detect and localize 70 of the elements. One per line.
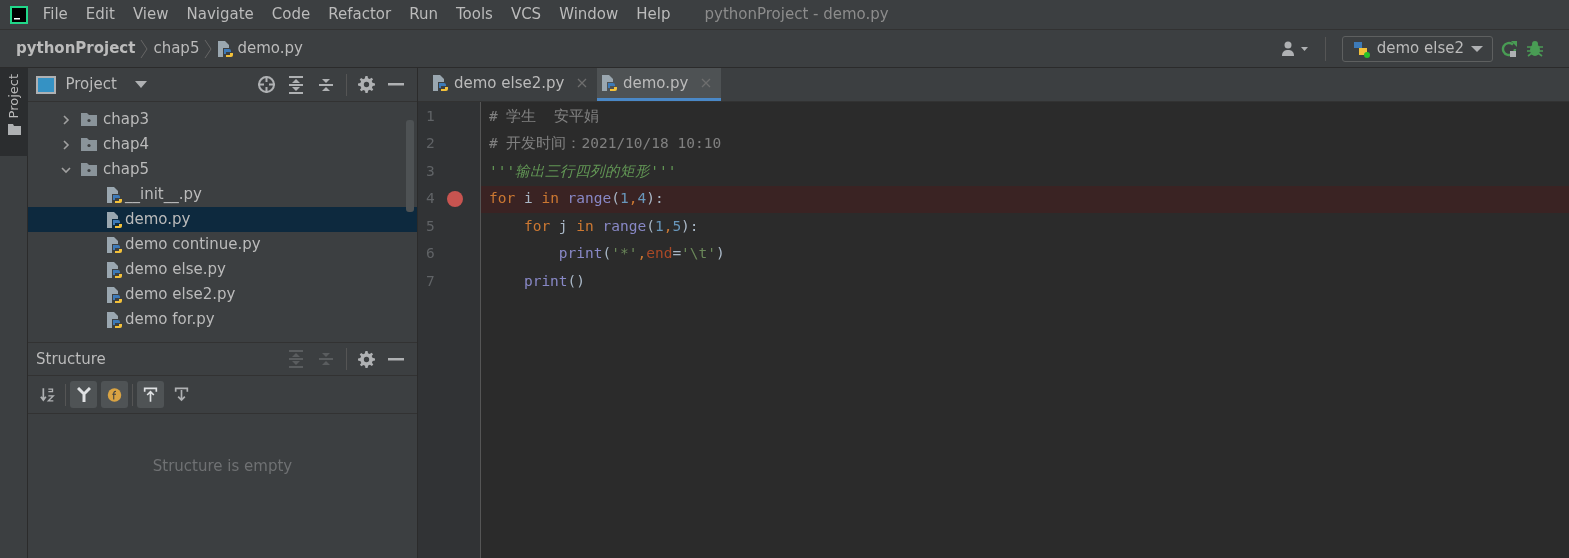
- breadcrumb-item[interactable]: pythonProject: [14, 37, 138, 60]
- tree-item[interactable]: chap3: [28, 107, 417, 132]
- project-tool-tab[interactable]: Project: [0, 68, 28, 156]
- menu-item[interactable]: Tools: [446, 3, 502, 26]
- folder-icon: [80, 112, 98, 127]
- python-file-icon: [106, 310, 123, 329]
- settings-icon[interactable]: [357, 350, 375, 368]
- caret-icon: [1470, 44, 1484, 53]
- tree-item[interactable]: demo continue.py: [28, 232, 417, 257]
- menu-item[interactable]: Window: [550, 3, 628, 26]
- scroll-from-source-icon[interactable]: [137, 381, 164, 408]
- locate-icon[interactable]: [256, 75, 276, 94]
- editor-tab[interactable]: demo else2.py: [428, 68, 597, 101]
- menu-item[interactable]: File: [33, 3, 77, 26]
- tree-item[interactable]: demo else2.py: [28, 282, 417, 307]
- folder-icon: [80, 162, 98, 177]
- tree-item[interactable]: demo for.py: [28, 307, 417, 332]
- python-file-icon: [217, 39, 235, 58]
- menu-item[interactable]: VCS: [501, 3, 551, 26]
- chevron-right-icon[interactable]: [60, 113, 72, 126]
- chevron-right-icon[interactable]: [60, 138, 72, 151]
- panel-icon: [36, 75, 56, 94]
- code-line: # 开发时间：2021/10/18 10:10: [488, 134, 723, 154]
- menu-item[interactable]: Refactor: [319, 3, 401, 26]
- code-line: print('*',end='\t'): [557, 244, 726, 264]
- menu-item[interactable]: Code: [262, 3, 320, 26]
- tree-item[interactable]: chap4: [28, 132, 417, 157]
- python-file-icon: [432, 74, 449, 92]
- code-line: '''输出三行四列的矩形''': [488, 161, 678, 181]
- menu-item[interactable]: Navigate: [177, 3, 263, 26]
- code-line: # 学生 安平娟: [488, 106, 600, 126]
- minimize-icon[interactable]: [388, 357, 404, 361]
- separator-icon: [204, 38, 213, 59]
- breadcrumb-item[interactable]: chap5: [151, 37, 202, 60]
- settings-icon[interactable]: [357, 76, 375, 93]
- breadcrumb-item[interactable]: demo.py: [215, 37, 305, 60]
- python-file-icon: [106, 285, 123, 304]
- menu-item[interactable]: View: [123, 3, 178, 26]
- tree-item[interactable]: __init__.py: [28, 182, 417, 207]
- expand-all-icon[interactable]: [288, 75, 304, 94]
- python-file-icon: [106, 185, 123, 204]
- python-file-icon: [106, 260, 123, 279]
- python-file-icon: [106, 235, 123, 254]
- show-inherited-icon[interactable]: [70, 381, 97, 408]
- run-configuration-dropdown[interactable]: demo else2: [1341, 35, 1493, 62]
- separator-icon: [140, 38, 149, 59]
- bug-icon[interactable]: [1526, 39, 1544, 58]
- user-icon[interactable]: [1281, 40, 1310, 57]
- menu-item[interactable]: Help: [627, 3, 680, 26]
- menu-item[interactable]: Edit: [76, 3, 124, 26]
- scrollbar[interactable]: [406, 120, 414, 212]
- code-line: print(): [522, 271, 587, 291]
- tree-item[interactable]: chap5: [28, 157, 417, 182]
- panel-title: Structure: [36, 348, 106, 370]
- function-icon[interactable]: [101, 381, 128, 408]
- breakpoint-icon[interactable]: [447, 191, 463, 208]
- menu-item[interactable]: Run: [400, 3, 447, 26]
- view-dropdown[interactable]: Project: [63, 73, 149, 96]
- folder-icon: [80, 137, 98, 152]
- caret-icon: [134, 81, 147, 88]
- python-file-icon: [600, 74, 618, 92]
- python-file-icon: [106, 210, 123, 229]
- tree-item[interactable]: demo.py: [28, 207, 417, 232]
- editor-tab[interactable]: demo.py: [596, 68, 721, 101]
- folder-icon: [7, 124, 21, 136]
- app-logo-icon: [9, 5, 28, 24]
- window-title: pythonProject - demo.py: [704, 4, 889, 26]
- code-line: for j in range(1,5):: [522, 216, 700, 236]
- tree-item[interactable]: demo else.py: [28, 257, 417, 282]
- rerun-icon[interactable]: [1500, 39, 1519, 58]
